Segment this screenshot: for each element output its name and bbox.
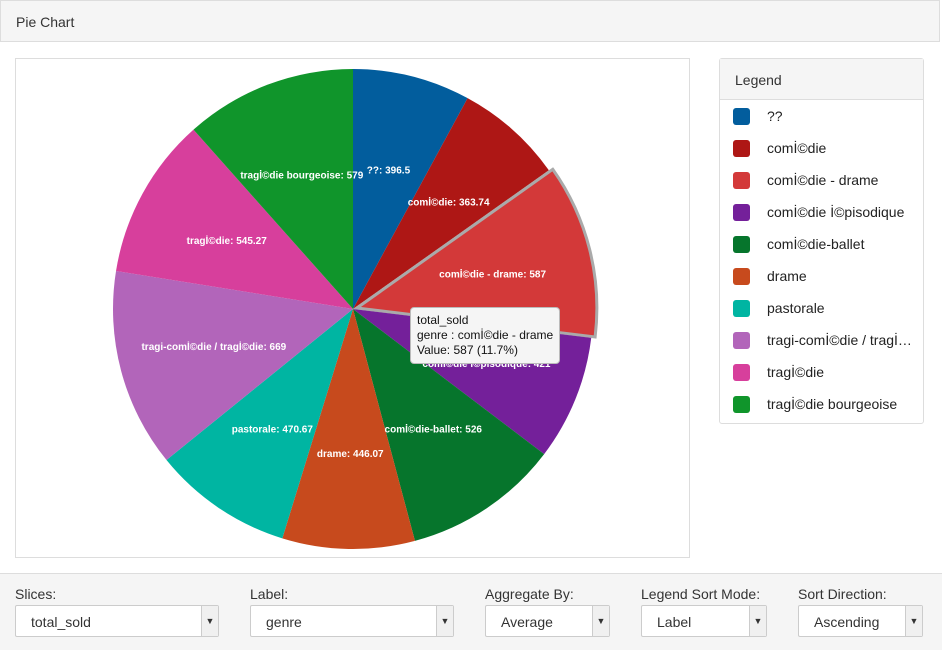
panel-header: Pie Chart [0,0,940,42]
aggregate-value: Average [501,614,553,630]
controls-bar: Slices: total_sold ▼ Label: genre ▼ Aggregat… [0,573,942,650]
legend-item-label: drame [767,268,807,284]
legend-swatch [733,108,750,125]
legend-sort-label: Legend Sort Mode: [641,586,761,602]
label-value: genre [266,614,302,630]
legend-item[interactable]: comİ©die-ballet [720,228,923,260]
slice-label: comİ©die: 363.74 [408,195,490,208]
legend-item[interactable]: comİ©die İ©pisodique [720,196,923,228]
chart-area: ??: 396.5 comİ©die: 363.74 comİ©die - dram… [15,58,690,558]
tooltip-series: total_sold [417,313,469,327]
aggregate-control: Aggregate By: Average ▼ [485,586,610,637]
legend-swatch [733,300,750,317]
legend-item-label: tragi-comİ©die / tragİ©die [767,332,917,348]
slice-label: comİ©die - drame: 587 [439,268,546,281]
legend-item-label: comİ©die-ballet [767,236,865,252]
legend: Legend ?? comİ©die comİ©die - drame comİ©di… [719,58,924,424]
legend-item-label: comİ©die [767,140,827,156]
legend-swatch [733,204,750,221]
aggregate-select[interactable]: Average ▼ [485,605,610,637]
legend-item[interactable]: tragİ©die bourgeoise [720,388,923,420]
sort-direction-label: Sort Direction: [798,586,887,602]
legend-item[interactable]: tragİ©die [720,356,923,388]
slice-label: comİ©die-ballet: 526 [385,423,483,436]
legend-swatch [733,172,750,189]
legend-sort-select[interactable]: Label ▼ [641,605,767,637]
label-label: Label: [250,586,289,602]
sort-direction-value: Ascending [814,614,880,630]
legend-sort-control: Legend Sort Mode: Label ▼ [641,586,767,637]
slice-label: tragi-comİ©die / tragİ©die: 669 [141,340,286,353]
sort-direction-select[interactable]: Ascending ▼ [798,605,923,637]
legend-item[interactable]: ?? [720,100,923,132]
legend-item[interactable]: drame [720,260,923,292]
panel-title: Pie Chart [16,14,75,30]
legend-swatch [733,268,750,285]
legend-swatch [733,364,750,381]
chevron-down-icon[interactable]: ▼ [905,606,922,636]
label-select[interactable]: genre ▼ [250,605,454,637]
slices-label: Slices: [15,586,57,602]
legend-swatch [733,236,750,253]
slices-control: Slices: total_sold ▼ [15,586,219,637]
aggregate-label: Aggregate By: [485,586,574,602]
slice-label: pastorale: 470.67 [232,424,314,435]
tooltip-value: Value: 587 (11.7%) [417,343,518,357]
legend-item-label: ?? [767,108,783,124]
legend-item[interactable]: tragi-comİ©die / tragİ©die [720,324,923,356]
legend-item[interactable]: pastorale [720,292,923,324]
tooltip: total_sold genre : comİ©die - drame Valu… [410,307,561,364]
chevron-down-icon[interactable]: ▼ [749,606,766,636]
pie-chart: ??: 396.5 comİ©die: 363.74 comİ©die - dram… [113,69,599,549]
legend-item-label: tragİ©die [767,364,825,380]
slice-label: tragİ©die: 545.27 [187,234,268,247]
legend-item-label: pastorale [767,300,825,316]
sort-direction-control: Sort Direction: Ascending ▼ [798,586,923,637]
legend-item-label: tragİ©die bourgeoise [767,396,898,412]
legend-swatch [733,140,750,157]
legend-swatch [733,332,750,349]
chevron-down-icon[interactable]: ▼ [201,606,218,636]
legend-title: Legend [720,59,923,100]
slice-label: ??: 396.5 [367,165,411,176]
legend-sort-value: Label [657,614,692,630]
legend-item-label: comİ©die İ©pisodique [767,204,905,220]
legend-item-label: comİ©die - drame [767,172,879,188]
slices-select[interactable]: total_sold ▼ [15,605,219,637]
slice-label: drame: 446.07 [317,449,384,460]
slice-label: tragİ©die bourgeoise: 579 [240,168,363,181]
slices-value: total_sold [31,614,91,630]
chevron-down-icon[interactable]: ▼ [592,606,609,636]
legend-swatch [733,396,750,413]
legend-item[interactable]: comİ©die - drame [720,164,923,196]
label-control: Label: genre ▼ [250,586,454,637]
tooltip-category: genre : comİ©die - drame [417,328,554,342]
legend-item[interactable]: comİ©die [720,132,923,164]
chevron-down-icon[interactable]: ▼ [436,606,453,636]
